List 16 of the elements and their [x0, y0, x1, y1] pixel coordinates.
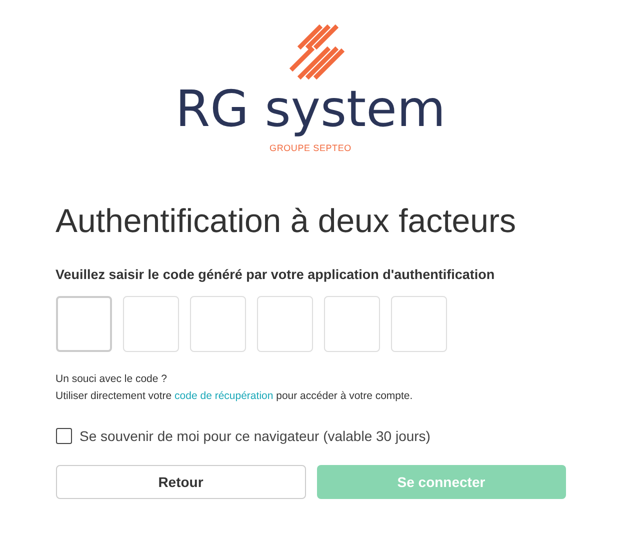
code-digit-field[interactable]	[390, 296, 446, 352]
help-text: Utiliser directement votre code de récupération pour accéder à votre compte.	[56, 389, 414, 404]
brand-tagline: GROUPE SEPTEO	[270, 143, 352, 153]
help-question: Un souci avec le code ?	[56, 372, 168, 388]
remember-checkbox[interactable]	[56, 428, 72, 444]
code-digit-field[interactable]	[190, 296, 246, 352]
remember-label: Se souvenir de moi pour ce navigateur (valable 30 jours)	[80, 428, 430, 444]
prompt-label: Veuillez saisir le code généré par votre application d'authentification	[56, 267, 496, 282]
recovery-code-link[interactable]: code de récupération	[174, 390, 274, 402]
code-digit-field[interactable]	[122, 296, 178, 352]
code-digit-field[interactable]	[56, 296, 112, 352]
brand-name: RG system	[175, 84, 446, 134]
code-digit-field[interactable]	[256, 296, 312, 352]
back-button[interactable]: Retour	[56, 465, 306, 500]
code-digit-field[interactable]	[324, 296, 380, 352]
page-title: Authentification à deux facteurs	[56, 203, 517, 240]
